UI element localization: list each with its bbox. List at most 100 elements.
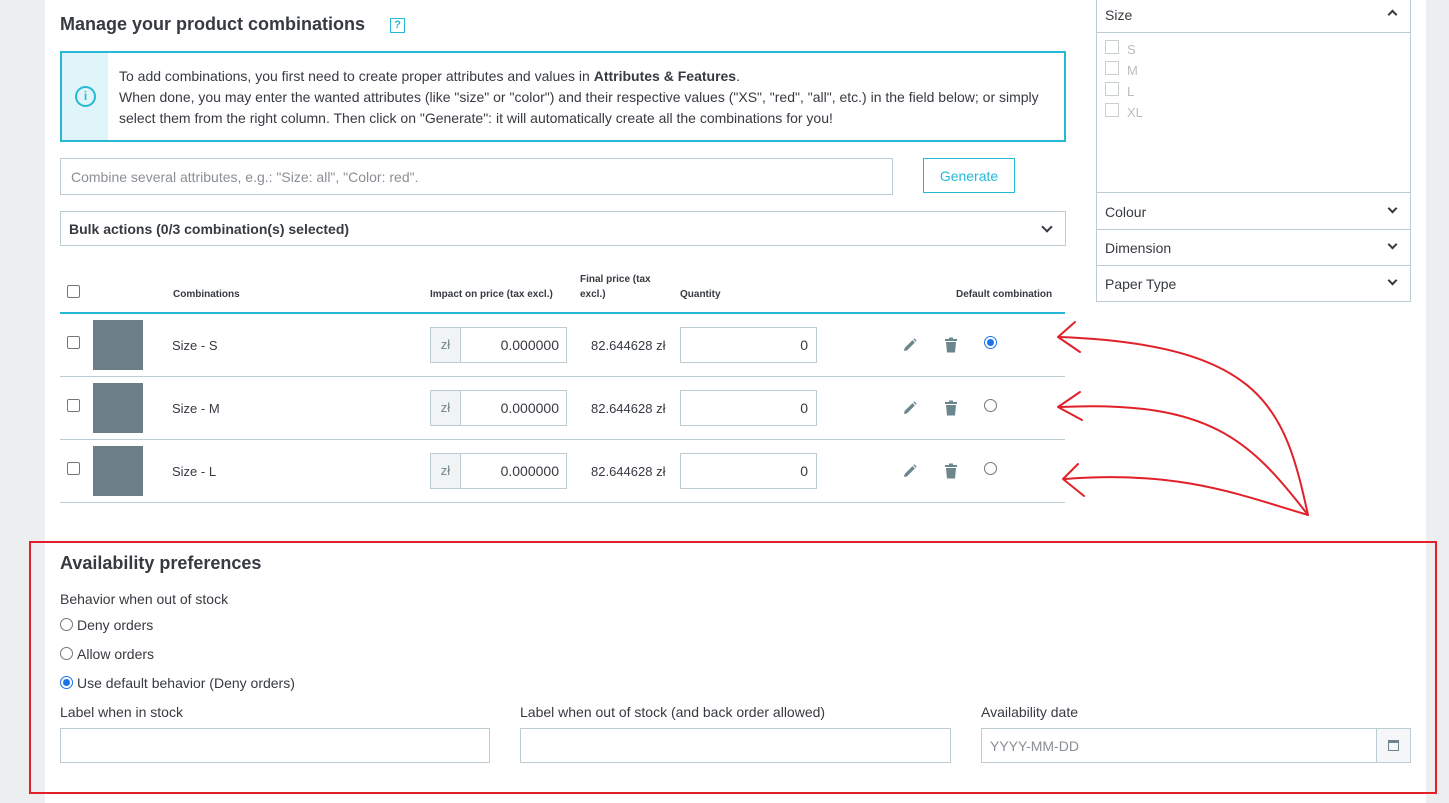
bulk-actions-dropdown[interactable]: Bulk actions (0/3 combination(s) selecte… xyxy=(60,211,1066,246)
help-icon[interactable]: ? xyxy=(390,18,405,33)
attribute-group-colour[interactable]: Colour xyxy=(1097,194,1410,230)
label-in-stock-title: Label when in stock xyxy=(60,704,183,720)
attribute-group-dimension[interactable]: Dimension xyxy=(1097,230,1410,266)
page-title: Manage your product combinations xyxy=(60,14,366,34)
size-option-s[interactable]: S xyxy=(1105,39,1136,58)
currency-addon: zł xyxy=(431,328,461,362)
table-row: Size - L zł 0.000000 82.644628 zł 0 xyxy=(60,440,1065,503)
label-out-of-stock-input[interactable] xyxy=(520,728,951,763)
option-checkbox[interactable] xyxy=(1105,39,1119,54)
header-impact-on-price: Impact on price (tax excl.) xyxy=(430,289,553,300)
availability-title: Availability preferences xyxy=(60,553,262,573)
label-in-stock-input[interactable] xyxy=(60,728,490,763)
chevron-up-icon xyxy=(1387,9,1398,20)
chevron-down-icon xyxy=(1387,239,1398,250)
table-row: Size - S zł 0.000000 82.644628 zł 0 xyxy=(60,314,1065,377)
alert-text-period: . xyxy=(736,68,740,84)
final-price: 82.644628 zł xyxy=(591,338,666,353)
trash-icon[interactable] xyxy=(944,337,958,353)
trash-icon[interactable] xyxy=(944,400,958,416)
default-behavior-radio[interactable] xyxy=(60,676,73,689)
impact-price-field[interactable]: zł 0.000000 xyxy=(430,390,567,426)
chevron-down-icon xyxy=(1041,221,1053,233)
size-option-xl[interactable]: XL xyxy=(1105,102,1143,121)
allow-orders-radio[interactable] xyxy=(60,647,73,660)
size-option-l[interactable]: L xyxy=(1105,81,1135,100)
impact-price-value[interactable]: 0.000000 xyxy=(501,400,559,416)
impact-price-value[interactable]: 0.000000 xyxy=(501,337,559,353)
quantity-value[interactable]: 0 xyxy=(800,463,808,479)
attribute-group-paper-type[interactable]: Paper Type xyxy=(1097,266,1410,302)
behavior-label: Behavior when out of stock xyxy=(60,591,229,607)
combination-thumbnail xyxy=(93,383,143,433)
impact-price-field[interactable]: zł 0.000000 xyxy=(430,453,567,489)
allow-orders-label[interactable]: Allow orders xyxy=(77,646,154,662)
quantity-field[interactable]: 0 xyxy=(680,327,817,363)
option-checkbox[interactable] xyxy=(1105,81,1119,96)
alert-text-instructions: When done, you may enter the wanted attr… xyxy=(119,89,1039,126)
header-final-price: Final price (tax excl.) xyxy=(580,274,651,300)
bulk-actions-label: Bulk actions (0/3 combination(s) selecte… xyxy=(69,221,350,237)
chevron-down-icon xyxy=(1387,275,1398,286)
calendar-icon xyxy=(1388,740,1399,751)
default-combination-radio[interactable] xyxy=(984,399,997,412)
pencil-icon[interactable] xyxy=(903,464,917,478)
generate-button[interactable]: Generate xyxy=(923,158,1015,193)
row-checkbox[interactable] xyxy=(67,462,80,475)
size-option-m[interactable]: M xyxy=(1105,60,1138,79)
default-combination-radio[interactable] xyxy=(984,336,997,349)
deny-orders-radio[interactable] xyxy=(60,618,73,631)
option-label: S xyxy=(1127,42,1136,57)
currency-addon: zł xyxy=(431,454,461,488)
quantity-value[interactable]: 0 xyxy=(800,400,808,416)
alert-text: To add combinations, you first need to c… xyxy=(119,66,1054,129)
combination-name: Size - M xyxy=(172,401,220,416)
alert-icon-area: i xyxy=(62,53,108,140)
quantity-value[interactable]: 0 xyxy=(800,337,808,353)
currency-addon: zł xyxy=(431,391,461,425)
chevron-down-icon xyxy=(1387,203,1398,214)
attributes-panel: Size S M L XL Colour Dimension Paper Typ… xyxy=(1096,0,1411,302)
row-checkbox[interactable] xyxy=(67,336,80,349)
option-checkbox[interactable] xyxy=(1105,102,1119,117)
quantity-field[interactable]: 0 xyxy=(680,453,817,489)
combination-thumbnail xyxy=(93,446,143,496)
label-out-of-stock-title: Label when out of stock (and back order … xyxy=(520,704,826,720)
impact-price-value[interactable]: 0.000000 xyxy=(501,463,559,479)
combination-name: Size - L xyxy=(172,464,217,479)
option-label: XL xyxy=(1127,105,1143,120)
size-options: S M L XL xyxy=(1097,32,1410,193)
option-label: L xyxy=(1127,84,1135,99)
pencil-icon[interactable] xyxy=(903,338,917,352)
select-all-checkbox[interactable] xyxy=(67,285,80,298)
alert-text-intro: To add combinations, you first need to c… xyxy=(119,68,594,84)
date-picker-button[interactable] xyxy=(1376,728,1411,763)
attributes-features-link[interactable]: Attributes & Features xyxy=(594,68,736,84)
default-combination-radio[interactable] xyxy=(984,462,997,475)
attribute-group-label: Paper Type xyxy=(1105,276,1177,292)
combine-attributes-input[interactable] xyxy=(60,158,893,195)
row-checkbox[interactable] xyxy=(67,399,80,412)
info-icon: i xyxy=(75,86,96,107)
attribute-group-size[interactable]: Size xyxy=(1097,0,1410,33)
combination-name: Size - S xyxy=(172,338,218,353)
option-label: M xyxy=(1127,63,1138,78)
attribute-group-label: Dimension xyxy=(1105,240,1172,256)
attribute-group-label: Colour xyxy=(1105,204,1147,220)
impact-price-field[interactable]: zł 0.000000 xyxy=(430,327,567,363)
trash-icon[interactable] xyxy=(944,463,958,479)
availability-date-title: Availability date xyxy=(981,704,1079,720)
availability-date-input[interactable] xyxy=(981,728,1377,763)
attribute-group-label: Size xyxy=(1105,7,1133,23)
combination-thumbnail xyxy=(93,320,143,370)
info-alert: i To add combinations, you first need to… xyxy=(60,51,1066,142)
default-behavior-label[interactable]: Use default behavior (Deny orders) xyxy=(77,675,295,691)
quantity-field[interactable]: 0 xyxy=(680,390,817,426)
final-price: 82.644628 zł xyxy=(591,401,666,416)
deny-orders-label[interactable]: Deny orders xyxy=(77,617,153,633)
header-combinations: Combinations xyxy=(173,289,240,300)
pencil-icon[interactable] xyxy=(903,401,917,415)
table-row: Size - M zł 0.000000 82.644628 zł 0 xyxy=(60,377,1065,440)
option-checkbox[interactable] xyxy=(1105,60,1119,75)
final-price: 82.644628 zł xyxy=(591,464,666,479)
